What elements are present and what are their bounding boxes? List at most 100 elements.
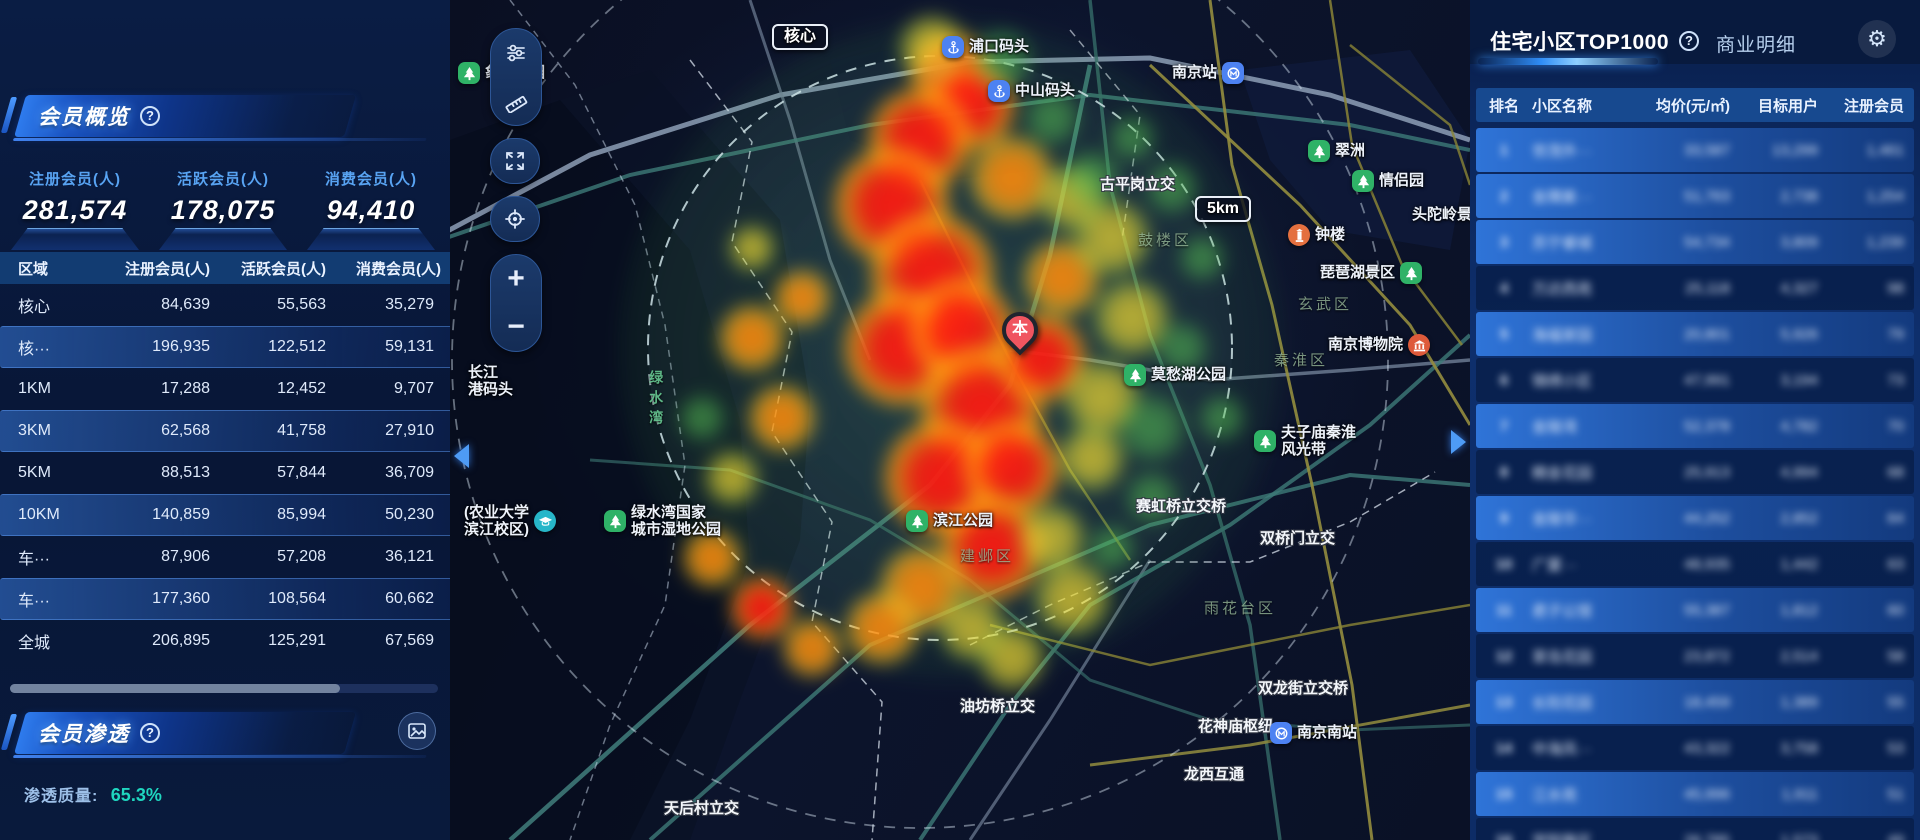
horizontal-scrollbar-thumb[interactable]: [10, 684, 340, 693]
cell: 车···: [0, 545, 86, 569]
community-row[interactable]: 16学院路区26,7851,57349: [1476, 818, 1914, 840]
map-label-anchor: 中山码头: [988, 80, 1075, 102]
penetration-quality-label: 渗透质量:: [24, 788, 98, 805]
cell: 48,935: [1630, 556, 1730, 573]
label-text: 鼓楼区: [1138, 232, 1192, 249]
community-row[interactable]: 6锦绣小区47,9913,19473: [1476, 358, 1914, 402]
stat-value: 94,410: [296, 195, 446, 226]
community-row[interactable]: 12翠岛花园23,8722,51458: [1476, 634, 1914, 678]
label-text: (农业大学滨江校区): [464, 504, 529, 539]
gear-icon: ⚙: [1867, 26, 1887, 52]
community-row[interactable]: 11君子公馆55,3871,81260: [1476, 588, 1914, 632]
locate-button[interactable]: [490, 196, 540, 242]
label-text: 5km: [1207, 200, 1239, 218]
map-label-district: 秦淮区: [1274, 352, 1328, 369]
map-label-road: 赛虹桥立交桥: [1136, 498, 1226, 515]
label-text: 翠洲: [1335, 142, 1365, 159]
community-row[interactable]: 14中海凤···43,3223,75853: [1476, 726, 1914, 770]
zoom-in-button[interactable]: +: [491, 255, 541, 303]
cell: 1,389: [1730, 694, 1818, 711]
park-tree-icon: [1308, 140, 1330, 162]
cell: 43,322: [1630, 740, 1730, 757]
community-row[interactable]: 8精金花园25,9134,99468: [1476, 450, 1914, 494]
top1000-table-body: 1世茂外···33,58713,2991,4612金隅紫···51,7632,7…: [1476, 128, 1914, 840]
community-row[interactable]: 3苏宁睿城54,7343,8091,239: [1476, 220, 1914, 264]
fullscreen-button[interactable]: [490, 138, 540, 184]
cell: 108,564: [210, 590, 326, 608]
park-tree-icon: [906, 510, 928, 532]
map-canvas[interactable]: 核心浦口码头中山码头南京站象山公园翠洲情侣园头陀岭景区5km古平岗立交鼓楼区钟楼…: [450, 0, 1470, 840]
cell: 11: [1486, 602, 1522, 619]
cell: 全城: [0, 629, 86, 653]
help-icon[interactable]: ?: [1679, 31, 1699, 51]
expand-right-panel-arrow[interactable]: [1451, 430, 1466, 454]
residential-top1000-tab[interactable]: 住宅小区TOP1000 ?: [1490, 26, 1699, 56]
settings-button[interactable]: ⚙: [1858, 20, 1896, 58]
cell: 60,662: [326, 590, 450, 608]
header-slash-decoration: [1, 97, 17, 133]
community-row[interactable]: 2金隅紫···51,7632,7381,254: [1476, 174, 1914, 218]
cell: 33,587: [1630, 142, 1730, 159]
help-icon[interactable]: ?: [140, 723, 160, 743]
map-label-park: 情侣园: [1352, 170, 1424, 192]
map-label-road: 天后村立交: [664, 800, 739, 817]
community-row[interactable]: 13长阳花园18,4591,38955: [1476, 680, 1914, 724]
community-row[interactable]: 7金陵湾52,3784,78270: [1476, 404, 1914, 448]
cell: 学院路区: [1522, 830, 1630, 840]
cell: 7: [1486, 418, 1522, 435]
cell: 1KM: [0, 380, 86, 398]
cell: 海福家园: [1522, 324, 1630, 345]
label-text: 南京站: [1172, 64, 1217, 81]
cell: 12,452: [210, 380, 326, 398]
label-text: 滨江公园: [933, 512, 993, 529]
label-text: 莫愁湖公园: [1151, 366, 1226, 383]
community-row[interactable]: 15江水苑45,9961,91151: [1476, 772, 1914, 816]
community-row[interactable]: 4万达西苑25,1184,32798: [1476, 266, 1914, 310]
community-row[interactable]: 9金陵华···44,2522,85264: [1476, 496, 1914, 540]
cell: 15: [1486, 786, 1522, 803]
label-text: 双桥门立交: [1260, 530, 1335, 547]
cell: 4,994: [1730, 464, 1818, 481]
business-detail-tab[interactable]: 商业明细: [1716, 30, 1796, 57]
filter-sliders-button[interactable]: [491, 29, 541, 77]
map-label-road: 花神庙枢纽: [1198, 718, 1273, 735]
cell: 9,707: [326, 380, 450, 398]
cell: 金陵湾: [1522, 416, 1630, 437]
cell: 苏宁睿城: [1522, 232, 1630, 253]
cell: 长阳花园: [1522, 692, 1630, 713]
measure-ruler-button[interactable]: [491, 77, 541, 125]
cell: 23,872: [1630, 648, 1730, 665]
zoom-out-button[interactable]: −: [491, 303, 541, 351]
label-text: 南京博物院: [1328, 336, 1403, 353]
community-row[interactable]: 10广厦···48,9351,44263: [1476, 542, 1914, 586]
column-header-registered: 注册会员(人): [86, 258, 210, 279]
help-icon[interactable]: ?: [140, 106, 160, 126]
cell: 2,514: [1730, 648, 1818, 665]
map-toolbar: + −: [490, 28, 542, 352]
cell: 8: [1486, 464, 1522, 481]
cell: 3KM: [0, 422, 86, 440]
cell: 45,996: [1630, 786, 1730, 803]
community-row[interactable]: 5海福家园20,8015,92679: [1476, 312, 1914, 356]
cell: 26,785: [1630, 832, 1730, 840]
cell: 51: [1818, 786, 1904, 803]
community-row[interactable]: 1世茂外···33,58713,2991,461: [1476, 128, 1914, 172]
label-text: 中山码头: [1015, 82, 1075, 99]
label-text: 赛虹桥立交桥: [1136, 498, 1226, 515]
park-tree-icon: [1352, 170, 1374, 192]
cell: 70: [1818, 418, 1904, 435]
cell: 57,844: [210, 464, 326, 482]
collapse-left-panel-arrow[interactable]: [454, 444, 469, 468]
label-text: 情侣园: [1379, 172, 1424, 189]
cell: 6: [1486, 372, 1522, 389]
cell: 50,230: [326, 506, 450, 524]
store-pin-text: 本: [1006, 316, 1034, 344]
park-tree-icon: [1254, 430, 1276, 452]
stat-active-members: 活跃会员(人) 178,075: [148, 168, 298, 250]
cell: 3: [1486, 234, 1522, 251]
horizontal-scrollbar-track[interactable]: [10, 684, 438, 693]
export-image-button[interactable]: [398, 712, 436, 750]
label-text: 钟楼: [1315, 226, 1345, 243]
cell: 金陵华···: [1522, 508, 1630, 529]
stat-pedestal-decoration: [307, 228, 435, 250]
